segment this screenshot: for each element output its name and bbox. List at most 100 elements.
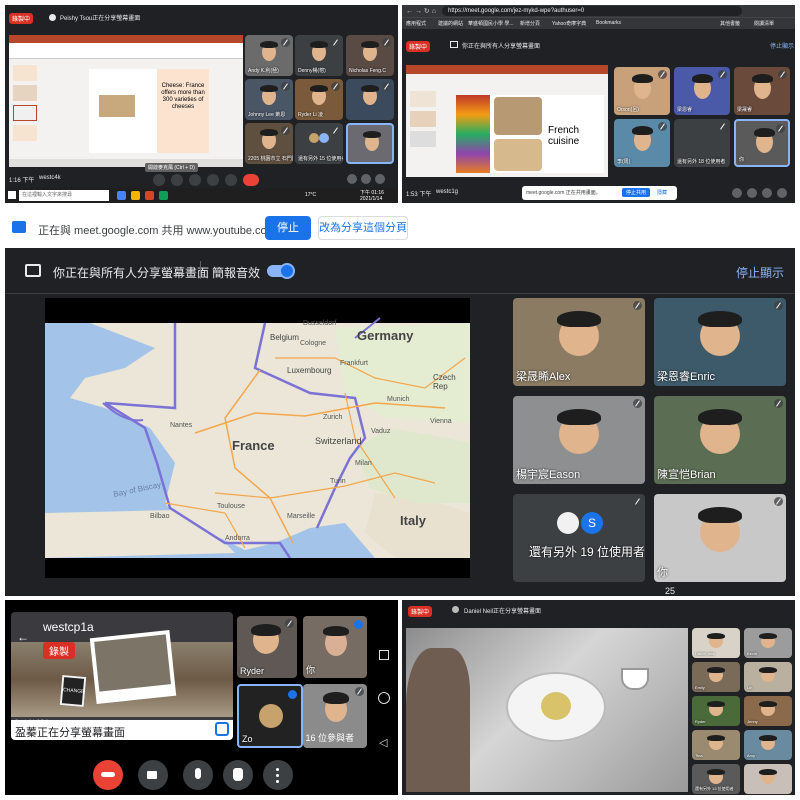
stop-display-link[interactable]: 停止顯示 [770, 41, 794, 50]
participant-tile[interactable]: 梁晟睎Alex [513, 298, 645, 386]
recents-icon[interactable] [379, 650, 389, 660]
hide-button[interactable]: 隱藏 [657, 189, 667, 196]
participant-tile[interactable]: Zo [237, 684, 303, 748]
participant-tile[interactable]: Nicholas Feng.C [346, 35, 394, 76]
participant-hair [260, 41, 278, 48]
home-icon[interactable] [378, 692, 390, 704]
participant-tile[interactable]: 你 [734, 119, 790, 167]
participant-tile[interactable]: Ryder Li 凌 [295, 79, 343, 120]
more-options-button[interactable] [225, 174, 237, 186]
participant-tile[interactable]: Lin [744, 662, 792, 692]
raise-hand-button[interactable] [223, 760, 253, 790]
captions-button[interactable] [189, 174, 201, 186]
screenshot-middle: 你正在與所有人分享螢幕畫面 簡報音效 停止顯示 Germany France I… [5, 248, 795, 596]
audio-toggle[interactable] [267, 263, 295, 279]
present-button[interactable] [207, 174, 219, 186]
camera-button[interactable] [138, 760, 168, 790]
participant-tile[interactable]: 梁恩睿 [674, 67, 730, 115]
windows-start-icon[interactable] [8, 191, 16, 199]
info-icon[interactable] [347, 174, 357, 184]
participant-tile[interactable] [744, 764, 792, 794]
slide-thumb[interactable] [410, 131, 436, 147]
address-bar[interactable]: https://meet.google.com/jez-mykd-wpe?aut… [442, 6, 742, 16]
people-icon[interactable] [361, 174, 371, 184]
recording-badge: 錄製中 [9, 13, 34, 24]
chat-icon[interactable] [762, 188, 772, 198]
participant-tile[interactable]: Jenny [744, 696, 792, 726]
mic-button[interactable] [153, 174, 165, 186]
taskbar-search[interactable]: 在這裡輸入文字來搜尋 [19, 190, 109, 201]
activities-icon[interactable] [777, 188, 787, 198]
participant-hair [707, 667, 725, 673]
stop-share-button[interactable]: 停止共用 [622, 188, 651, 197]
participant-tile[interactable]: Emily [692, 662, 740, 692]
participant-tile[interactable]: 你 [303, 616, 367, 678]
participant-tile[interactable] [346, 79, 394, 120]
participant-tile[interactable]: 2205 桃園市立 石門國小 許彤(雅) [245, 123, 293, 164]
recording-badge: 錄製中 [406, 41, 431, 52]
bookmark-item[interactable]: 新增分頁 [520, 20, 540, 27]
participant-tile[interactable]: Orson(呂) [614, 67, 670, 115]
participant-tile[interactable]: 你 [654, 494, 786, 582]
nav-buttons[interactable]: ← → ↻ ⌂ [406, 7, 436, 15]
participant-tile[interactable]: 陳宣恺Brian [654, 396, 786, 484]
participant-tile[interactable]: 梁恩睿Enric [654, 298, 786, 386]
participant-tile[interactable]: 還有另外 19 位使用者 S [513, 494, 645, 582]
participant-tile[interactable]: 梁晟睿 [734, 67, 790, 115]
participant-tile[interactable]: 李(周) [614, 119, 670, 167]
participant-tile[interactable]: Ryder [237, 616, 297, 678]
participant-tile[interactable]: 還有另外 15 位使用者 [295, 123, 343, 164]
participant-tile[interactable]: 還有另外 18 位使用者 [674, 119, 730, 167]
leave-call-button[interactable] [93, 760, 123, 790]
bookmark-item[interactable]: 建議的網站 [438, 20, 463, 27]
mic-button[interactable] [183, 760, 213, 790]
slide-thumb[interactable] [13, 65, 37, 81]
participant-tile[interactable]: Ryder [692, 696, 740, 726]
bookmark-item[interactable]: 應用程式 [406, 20, 426, 27]
back-icon[interactable]: ◁ [379, 736, 387, 749]
share-this-tab-button[interactable]: 改為分享這個分頁 [318, 216, 408, 240]
folder-icon[interactable] [131, 191, 140, 200]
slide-thumb[interactable] [13, 105, 37, 121]
participant-tile[interactable]: 還有另外 16 位參與者 [303, 684, 367, 748]
participant-tile[interactable]: Denny楊(榕) [295, 35, 343, 76]
participant-tile[interactable]: Tina [692, 730, 740, 760]
bookmark-item[interactable]: Bookmarks [596, 20, 621, 26]
participant-tile[interactable] [346, 123, 394, 164]
stop-button[interactable]: 停止 [265, 216, 311, 240]
bookmark-item[interactable]: 華盛頓國民小學 學... [468, 20, 514, 27]
weather-temp: 17°C [305, 192, 317, 198]
slide-thumb[interactable] [13, 125, 37, 141]
slide-thumb[interactable] [410, 111, 436, 127]
bookmark-item[interactable]: 其他書籤 [720, 20, 740, 27]
participant-tile[interactable]: Andy K.利(極) [245, 35, 293, 76]
slide-thumb[interactable] [410, 91, 436, 107]
macaron-photo [456, 95, 490, 173]
bookmark-item[interactable]: 閱讀清單 [754, 20, 774, 27]
chrome-icon[interactable] [117, 191, 126, 200]
app-icon[interactable] [159, 191, 168, 200]
current-slide: Cheese: France offers more than 300 vari… [89, 69, 209, 153]
mic-tooltip: 開啟麥克風 (Ctrl + D) [145, 163, 198, 172]
chat-icon[interactable] [375, 174, 385, 184]
people-icon[interactable] [747, 188, 757, 198]
participant-tile[interactable]: Johnny Lee 萊恩 [245, 79, 293, 120]
participant-tile[interactable]: Kevin [744, 628, 792, 658]
screenshot-bottom-right: 錄製中 Daniel Neil正在分享螢幕畫面 Daniel Neil Kevin… [402, 600, 795, 795]
participant-tile[interactable]: 楊宇宸Eason [513, 396, 645, 484]
camera-button[interactable] [171, 174, 183, 186]
participant-tile[interactable]: Amy [744, 730, 792, 760]
fullscreen-icon[interactable] [215, 722, 229, 736]
info-icon[interactable] [732, 188, 742, 198]
back-arrow-icon[interactable]: ← [17, 630, 29, 644]
powerpoint-icon[interactable] [145, 191, 154, 200]
stop-display-link[interactable]: 停止顯示 [736, 264, 784, 281]
more-options-button[interactable] [263, 760, 293, 790]
participant-tile[interactable]: 還有另外 13 位使用者 [692, 764, 740, 794]
bookmark-item[interactable]: Yahoo奇摩字典 [552, 20, 586, 27]
participant-tile[interactable]: Daniel Neil [692, 628, 740, 658]
leave-call-button[interactable] [243, 174, 259, 186]
ppt-titlebar [406, 65, 608, 74]
slide-thumb[interactable] [13, 85, 37, 101]
hangup-icon [101, 772, 115, 777]
